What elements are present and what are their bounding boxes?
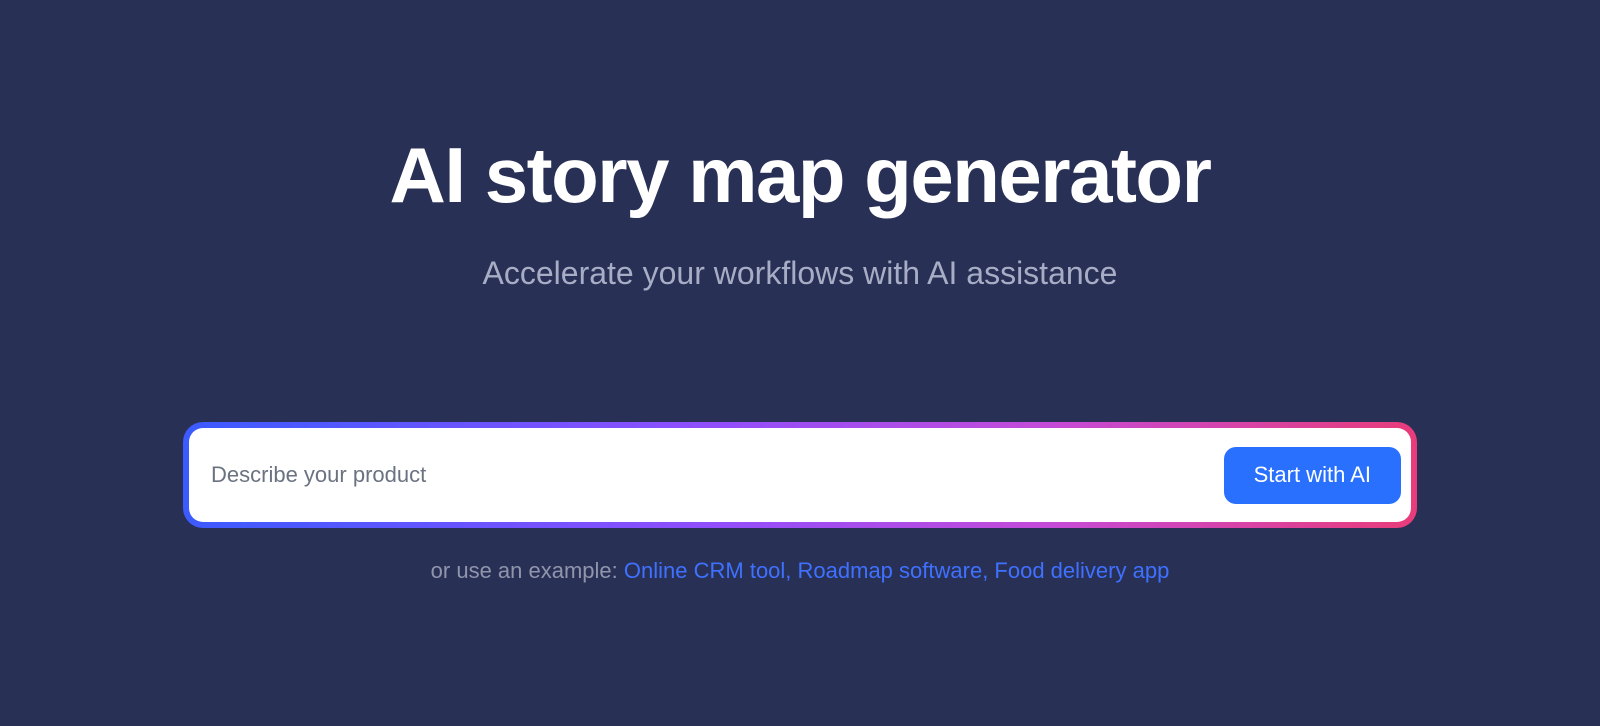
prompt-input-container: Start with AI	[189, 428, 1411, 522]
example-link-online-crm-tool[interactable]: Online CRM tool	[624, 558, 785, 583]
page-title: AI story map generator	[390, 130, 1211, 221]
start-with-ai-button[interactable]: Start with AI	[1224, 447, 1401, 504]
examples-lead-text: or use an example:	[431, 558, 624, 583]
prompt-gradient-border: Start with AI	[183, 422, 1417, 528]
example-link-roadmap-software[interactable]: Roadmap software	[798, 558, 983, 583]
example-separator: ,	[785, 558, 797, 583]
page-subtitle: Accelerate your workflows with AI assist…	[483, 255, 1118, 292]
examples-row: or use an example: Online CRM tool, Road…	[431, 558, 1170, 584]
example-separator: ,	[982, 558, 994, 583]
hero-container: AI story map generator Accelerate your w…	[0, 0, 1600, 584]
example-link-food-delivery-app[interactable]: Food delivery app	[994, 558, 1169, 583]
product-description-input[interactable]	[211, 428, 1224, 522]
